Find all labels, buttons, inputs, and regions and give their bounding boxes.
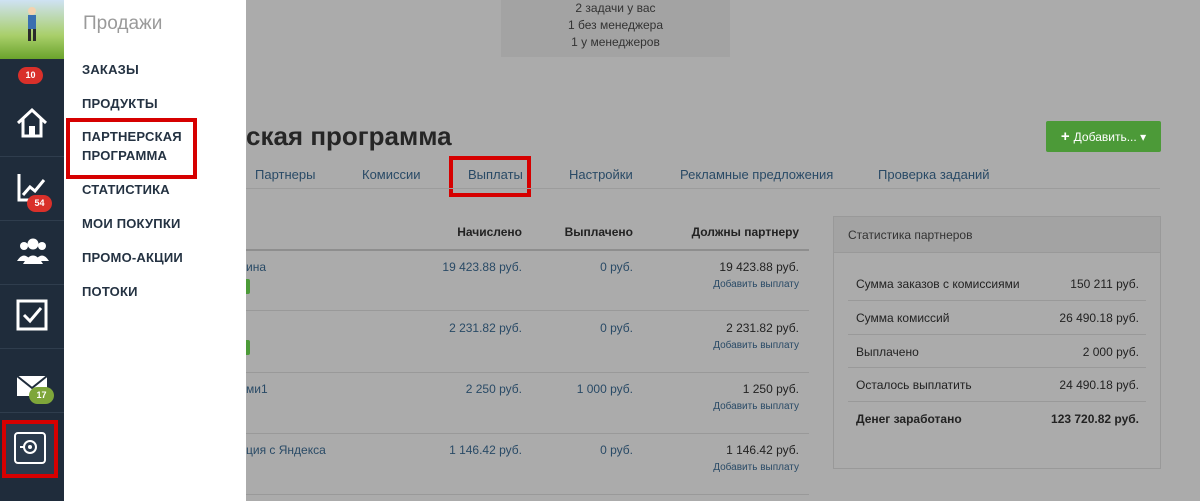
plus-icon: +: [1060, 128, 1070, 145]
owed-value: 2 231.82 руб.: [726, 321, 799, 335]
stat-divider: [848, 334, 1146, 335]
sales-menu: Продажи ЗАКАЗЫ ПРОДУКТЫ ПАРТНЕРСКАЯ ПРОГ…: [64, 0, 246, 501]
tab-task-review[interactable]: Проверка заданий: [878, 167, 990, 182]
safe-icon: [14, 432, 46, 464]
menu-item-products[interactable]: ПРОДУКТЫ: [82, 94, 158, 113]
menu-item-statistics[interactable]: СТАТИСТИКА: [82, 180, 170, 199]
add-payout-link[interactable]: Добавить выплату: [713, 279, 799, 290]
col-header-accrued: Начислено: [457, 225, 522, 239]
users-icon: [17, 238, 49, 264]
avatar-figure-icon: [28, 7, 36, 41]
rail-statistics[interactable]: 54: [0, 157, 64, 221]
rail-mail[interactable]: 17: [0, 349, 64, 413]
stat-value-total: 123 720.82 руб.: [1051, 412, 1139, 426]
stat-value: 150 211 руб.: [1070, 277, 1139, 291]
stat-value: 26 490.18 руб.: [1059, 311, 1139, 325]
col-header-paid: Выплачено: [564, 225, 633, 239]
avatar[interactable]: [0, 0, 64, 59]
col-header-owed: Должны партнеру: [691, 225, 799, 239]
stat-label: Сумма заказов с комиссиями: [856, 277, 1020, 291]
stat-label: Сумма комиссий: [856, 311, 950, 325]
menu-title: Продажи: [83, 13, 163, 34]
rail-home[interactable]: [0, 93, 64, 157]
row-divider: [246, 494, 809, 495]
row-divider: [246, 310, 809, 311]
add-payout-link[interactable]: Добавить выплату: [713, 401, 799, 412]
notifications-badge[interactable]: 10: [18, 67, 43, 84]
accrued-value[interactable]: 1 146.42 руб.: [449, 443, 522, 457]
menu-item-promo[interactable]: ПРОМО-АКЦИИ: [82, 248, 183, 267]
stat-label: Выплачено: [856, 345, 919, 359]
accrued-value[interactable]: 2 231.82 руб.: [449, 321, 522, 335]
stat-label-total: Денег заработано: [856, 412, 962, 426]
row-divider: [246, 433, 809, 434]
tabs-divider: [246, 188, 1160, 189]
partner-name-link[interactable]: ина: [246, 260, 266, 274]
stat-divider: [848, 367, 1146, 368]
tab-settings[interactable]: Настройки: [569, 167, 633, 182]
add-payout-link[interactable]: Добавить выплату: [713, 340, 799, 351]
rail-settings-active[interactable]: [2, 420, 58, 478]
checkbox-icon: [16, 299, 48, 331]
home-icon: [16, 107, 48, 138]
add-button-label: Добавить...: [1073, 130, 1137, 144]
stat-divider: [848, 300, 1146, 301]
row-divider: [246, 372, 809, 373]
rail-tasks[interactable]: [0, 285, 64, 349]
gear-icon: [20, 440, 37, 454]
tasks-notice[interactable]: 2 задачи у вас 1 без менеджера 1 у менед…: [501, 0, 730, 57]
status-tag: [246, 340, 250, 355]
partner-name-link[interactable]: ми1: [246, 382, 268, 396]
mail-badge: 17: [29, 387, 54, 404]
owed-value: 1 146.42 руб.: [726, 443, 799, 457]
notice-line: 1 без менеджера: [567, 18, 663, 32]
rail-users[interactable]: [0, 221, 64, 285]
page-title: ская программа: [246, 121, 452, 151]
partner-name-link[interactable]: ция с Яндекса: [246, 443, 326, 457]
add-button[interactable]: + Добавить... ▾: [1046, 121, 1161, 152]
stat-value: 24 490.18 руб.: [1059, 378, 1139, 392]
accrued-value[interactable]: 2 250 руб.: [466, 382, 522, 396]
stats-panel-title: Статистика партнеров: [834, 217, 1160, 253]
stat-label: Осталось выплатить: [856, 378, 972, 392]
owed-value: 1 250 руб.: [742, 382, 799, 396]
notice-line: 2 задачи у вас: [575, 1, 656, 15]
statistics-badge: 54: [27, 195, 52, 212]
tab-ad-offers[interactable]: Рекламные предложения: [680, 167, 833, 182]
paid-value[interactable]: 0 руб.: [600, 443, 633, 457]
status-tag: [246, 279, 250, 294]
menu-highlight-frame: [66, 118, 197, 179]
add-payout-link[interactable]: Добавить выплату: [713, 462, 799, 473]
caret-down-icon: ▾: [1140, 130, 1147, 144]
menu-item-streams[interactable]: ПОТОКИ: [82, 282, 138, 301]
paid-value[interactable]: 0 руб.: [600, 321, 633, 335]
tab-partners[interactable]: Партнеры: [255, 167, 315, 182]
paid-value[interactable]: 1 000 руб.: [577, 382, 633, 396]
accrued-value[interactable]: 19 423.88 руб.: [442, 260, 522, 274]
owed-value: 19 423.88 руб.: [719, 260, 799, 274]
stat-divider: [848, 401, 1146, 402]
partner-stats-panel: Статистика партнеров Сумма заказов с ком…: [833, 216, 1161, 469]
icon-rail: 10 54 17: [0, 0, 64, 501]
notice-line: 1 у менеджеров: [571, 35, 660, 49]
paid-value[interactable]: 0 руб.: [600, 260, 633, 274]
tab-highlight-frame: [449, 156, 531, 197]
menu-item-my-purchases[interactable]: МОИ ПОКУПКИ: [82, 214, 181, 233]
table-header-divider: [246, 249, 809, 251]
menu-item-orders[interactable]: ЗАКАЗЫ: [82, 60, 139, 79]
tab-commissions[interactable]: Комиссии: [362, 167, 421, 182]
stat-value: 2 000 руб.: [1082, 345, 1139, 359]
